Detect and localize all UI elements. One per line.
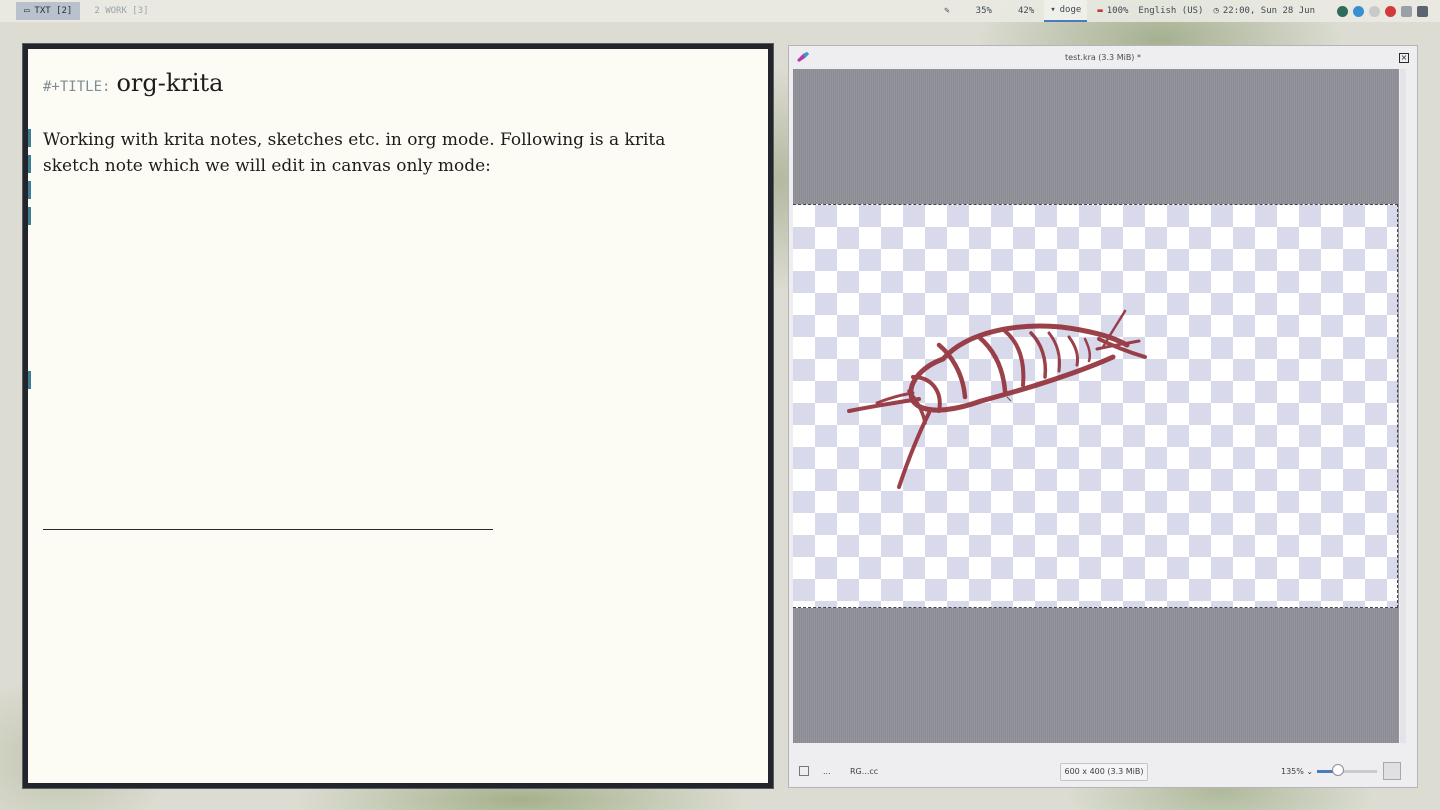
tray-notes-icon[interactable]: [1369, 5, 1380, 17]
workspace-tag-label: TXT [2]: [34, 6, 73, 16]
tray-mail-icon[interactable]: [1385, 5, 1396, 17]
vertical-scrollbar[interactable]: [1400, 69, 1406, 743]
fringe-marker: [28, 129, 31, 147]
krita-canvas[interactable]: [793, 204, 1398, 608]
host-indicator[interactable]: ▾ doge: [1044, 0, 1088, 22]
fringe-marker: [28, 207, 31, 225]
battery-label: 100%: [1106, 6, 1129, 16]
selection-icon[interactable]: [799, 766, 809, 776]
tray-battery-icon[interactable]: [1417, 5, 1428, 17]
workspace-tag-inactive[interactable]: 2 WORK [3]: [94, 6, 148, 16]
org-mode-window[interactable]: #+TITLE: org-krita Working with krita no…: [22, 43, 774, 789]
fringe-marker: [28, 155, 31, 173]
org-paragraph[interactable]: Working with krita notes, sketches etc. …: [43, 127, 683, 179]
pen-icon: ✎: [944, 6, 950, 16]
battery-icon: ▬: [1097, 6, 1103, 16]
system-tray: [1337, 5, 1428, 17]
org-title-line: #+TITLE: org-krita: [43, 69, 223, 97]
close-icon[interactable]: ×: [1399, 53, 1409, 63]
wifi-icon: ▾: [1050, 5, 1056, 15]
color-model-label: RG...cc: [850, 767, 879, 776]
sketch-drawing: [847, 309, 1147, 489]
zoom-slider[interactable]: [1317, 770, 1377, 773]
org-title-keyword: #+TITLE:: [43, 79, 111, 95]
horizontal-rule: [43, 529, 493, 530]
image-size-button[interactable]: 600 x 400 (3.3 MiB): [1060, 763, 1148, 781]
memory-usage: 42%: [1017, 6, 1035, 16]
org-title-text: org-krita: [116, 69, 224, 97]
krita-status-bar: ... RG...cc 600 x 400 (3.3 MiB) 135% ⌄: [789, 759, 1417, 783]
fringe-marker: [28, 181, 31, 199]
krita-canvas-area[interactable]: [793, 69, 1399, 743]
krita-window-title: test.kra (3.3 MiB) *: [1065, 53, 1141, 62]
zoom-label: 135%: [1281, 767, 1304, 776]
zoom-slider-handle[interactable]: [1332, 764, 1344, 776]
chevron-down-icon: ⌄: [1306, 767, 1314, 776]
krita-window[interactable]: test.kra (3.3 MiB) * × ... RG...cc 600 x…: [788, 45, 1418, 788]
clock[interactable]: ◷ 22:00, Sun 28 Jun: [1213, 6, 1315, 16]
tray-browser-icon[interactable]: [1353, 5, 1364, 17]
tray-display-icon[interactable]: [1401, 5, 1412, 17]
krita-title-bar[interactable]: test.kra (3.3 MiB) * ×: [789, 46, 1417, 68]
cpu-usage: 35%: [975, 6, 992, 16]
battery-indicator: ▬ 100%: [1097, 6, 1128, 16]
clock-label: 22:00, Sun 28 Jun: [1222, 6, 1315, 16]
zoom-select[interactable]: 135% ⌄: [1281, 767, 1313, 776]
host-label: doge: [1059, 5, 1082, 15]
clock-icon: ◷: [1213, 6, 1219, 16]
fit-to-view-icon[interactable]: [1383, 762, 1401, 780]
top-bar: ▭ TXT [2] 2 WORK [3] ✎ 35% 42% ▾ doge ▬ …: [0, 0, 1440, 22]
keyboard-layout[interactable]: English (US): [1138, 6, 1203, 16]
tray-app-icon[interactable]: [1337, 5, 1348, 17]
monitor-icon: ▭: [24, 6, 30, 16]
workspace-tag-active[interactable]: ▭ TXT [2]: [16, 2, 81, 20]
status-more[interactable]: ...: [823, 767, 831, 776]
fringe-marker: [28, 371, 31, 389]
